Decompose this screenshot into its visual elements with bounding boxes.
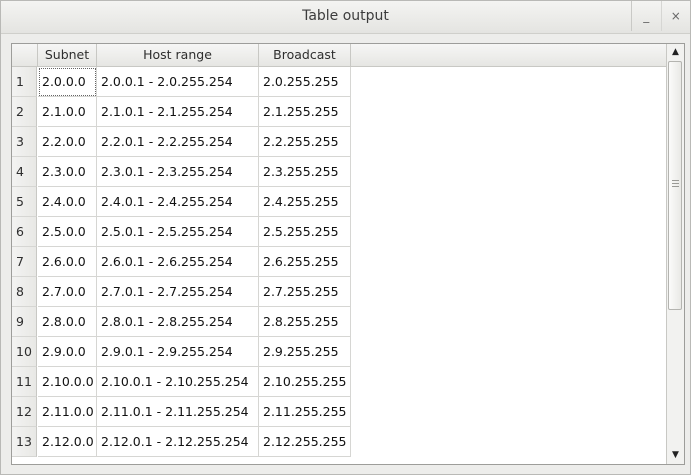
table-row[interactable]: 11 2.10.0.0 2.10.0.1 - 2.10.255.254 2.10.25…	[12, 367, 666, 397]
corner-header[interactable]	[12, 44, 38, 66]
row-number[interactable]: 7	[12, 247, 37, 277]
title-bar[interactable]: Table output _ ×	[1, 1, 690, 34]
table-row[interactable]: 13 2.12.0.0 2.12.0.1 - 2.12.255.254 2.12.25…	[12, 427, 666, 457]
column-header-broadcast[interactable]: Broadcast	[259, 44, 351, 66]
scroll-up-arrow-icon[interactable]: ▲	[667, 44, 684, 60]
cell-broadcast[interactable]: 2.11.255.255	[259, 397, 351, 427]
cell-host-range[interactable]: 2.4.0.1 - 2.4.255.254	[97, 187, 259, 217]
table-row[interactable]: 4 2.3.0.0 2.3.0.1 - 2.3.255.254 2.3.255.255	[12, 157, 666, 187]
cell-subnet[interactable]: 2.9.0.0	[38, 337, 97, 367]
cell-subnet[interactable]: 2.3.0.0	[38, 157, 97, 187]
table-view[interactable]: Subnet Host range Broadcast 1 2.0.0.0 2.0.…	[11, 43, 685, 465]
table-row[interactable]: 12 2.11.0.0 2.11.0.1 - 2.11.255.254 2.11.25…	[12, 397, 666, 427]
cell-host-range[interactable]: 2.9.0.1 - 2.9.255.254	[97, 337, 259, 367]
row-number[interactable]: 10	[12, 337, 37, 367]
row-number[interactable]: 13	[12, 427, 37, 457]
cell-host-range[interactable]: 2.10.0.1 - 2.10.255.254	[97, 367, 259, 397]
cell-broadcast[interactable]: 2.10.255.255	[259, 367, 351, 397]
cell-broadcast[interactable]: 2.2.255.255	[259, 127, 351, 157]
cell-subnet[interactable]: 2.10.0.0	[38, 367, 97, 397]
cell-host-range[interactable]: 2.12.0.1 - 2.12.255.254	[97, 427, 259, 457]
cell-broadcast[interactable]: 2.0.255.255	[259, 67, 351, 97]
cell-host-range[interactable]: 2.11.0.1 - 2.11.255.254	[97, 397, 259, 427]
cell-broadcast[interactable]: 2.12.255.255	[259, 427, 351, 457]
window-title: Table output	[302, 8, 389, 24]
cell-subnet[interactable]: 2.5.0.0	[38, 217, 97, 247]
cell-subnet[interactable]: 2.12.0.0	[38, 427, 97, 457]
cell-broadcast[interactable]: 2.6.255.255	[259, 247, 351, 277]
cell-subnet[interactable]: 2.11.0.0	[38, 397, 97, 427]
cell-host-range[interactable]: 2.8.0.1 - 2.8.255.254	[97, 307, 259, 337]
table-row[interactable]: 2 2.1.0.0 2.1.0.1 - 2.1.255.254 2.1.255.255	[12, 97, 666, 127]
table-row[interactable]: 3 2.2.0.0 2.2.0.1 - 2.2.255.254 2.2.255.255	[12, 127, 666, 157]
row-number[interactable]: 4	[12, 157, 37, 187]
cell-broadcast[interactable]: 2.1.255.255	[259, 97, 351, 127]
cell-subnet[interactable]: 2.4.0.0	[38, 187, 97, 217]
row-number[interactable]: 12	[12, 397, 37, 427]
cell-broadcast[interactable]: 2.9.255.255	[259, 337, 351, 367]
table-row[interactable]: 6 2.5.0.0 2.5.0.1 - 2.5.255.254 2.5.255.255	[12, 217, 666, 247]
row-number[interactable]: 5	[12, 187, 37, 217]
cell-subnet[interactable]: 2.2.0.0	[38, 127, 97, 157]
table-row[interactable]: 9 2.8.0.0 2.8.0.1 - 2.8.255.254 2.8.255.255	[12, 307, 666, 337]
row-number[interactable]: 6	[12, 217, 37, 247]
vertical-scrollbar[interactable]: ▲ ▼	[666, 44, 684, 464]
table-row[interactable]: 7 2.6.0.0 2.6.0.1 - 2.6.255.254 2.6.255.255	[12, 247, 666, 277]
cell-subnet[interactable]: 2.6.0.0	[38, 247, 97, 277]
cell-broadcast[interactable]: 2.8.255.255	[259, 307, 351, 337]
minimize-button[interactable]: _	[632, 1, 661, 31]
cell-host-range[interactable]: 2.1.0.1 - 2.1.255.254	[97, 97, 259, 127]
table-header: Subnet Host range Broadcast	[12, 44, 666, 67]
cell-broadcast[interactable]: 2.4.255.255	[259, 187, 351, 217]
row-number[interactable]: 9	[12, 307, 37, 337]
cell-subnet[interactable]: 2.8.0.0	[38, 307, 97, 337]
table-row[interactable]: 1 2.0.0.0 2.0.0.1 - 2.0.255.254 2.0.255.255	[12, 67, 666, 97]
scroll-down-arrow-icon[interactable]: ▼	[667, 447, 684, 463]
table-output-window: Table output _ × Subnet Host range Broad…	[0, 0, 691, 475]
row-number[interactable]: 8	[12, 277, 37, 307]
table-row[interactable]: 5 2.4.0.0 2.4.0.1 - 2.4.255.254 2.4.255.255	[12, 187, 666, 217]
cell-host-range[interactable]: 2.5.0.1 - 2.5.255.254	[97, 217, 259, 247]
cell-broadcast[interactable]: 2.5.255.255	[259, 217, 351, 247]
scrollbar-thumb[interactable]	[668, 61, 682, 310]
table-row[interactable]: 8 2.7.0.0 2.7.0.1 - 2.7.255.254 2.7.255.255	[12, 277, 666, 307]
cell-host-range[interactable]: 2.0.0.1 - 2.0.255.254	[97, 67, 259, 97]
table-row[interactable]: 10 2.9.0.0 2.9.0.1 - 2.9.255.254 2.9.255.25…	[12, 337, 666, 367]
row-number[interactable]: 1	[12, 67, 37, 97]
column-header-host-range[interactable]: Host range	[97, 44, 259, 66]
close-button[interactable]: ×	[660, 1, 691, 31]
row-number[interactable]: 2	[12, 97, 37, 127]
cell-subnet[interactable]: 2.7.0.0	[38, 277, 97, 307]
cell-subnet[interactable]: 2.1.0.0	[38, 97, 97, 127]
cell-broadcast[interactable]: 2.3.255.255	[259, 157, 351, 187]
row-number[interactable]: 11	[12, 367, 37, 397]
row-number[interactable]: 3	[12, 127, 37, 157]
window-controls: _ ×	[631, 1, 690, 31]
cell-host-range[interactable]: 2.2.0.1 - 2.2.255.254	[97, 127, 259, 157]
grip-icon	[672, 180, 679, 188]
cell-host-range[interactable]: 2.7.0.1 - 2.7.255.254	[97, 277, 259, 307]
cell-host-range[interactable]: 2.6.0.1 - 2.6.255.254	[97, 247, 259, 277]
table-grid: Subnet Host range Broadcast 1 2.0.0.0 2.0.…	[12, 44, 666, 464]
cell-subnet[interactable]: 2.0.0.0	[38, 67, 97, 97]
cell-host-range[interactable]: 2.3.0.1 - 2.3.255.254	[97, 157, 259, 187]
cell-broadcast[interactable]: 2.7.255.255	[259, 277, 351, 307]
column-header-subnet[interactable]: Subnet	[38, 44, 97, 66]
